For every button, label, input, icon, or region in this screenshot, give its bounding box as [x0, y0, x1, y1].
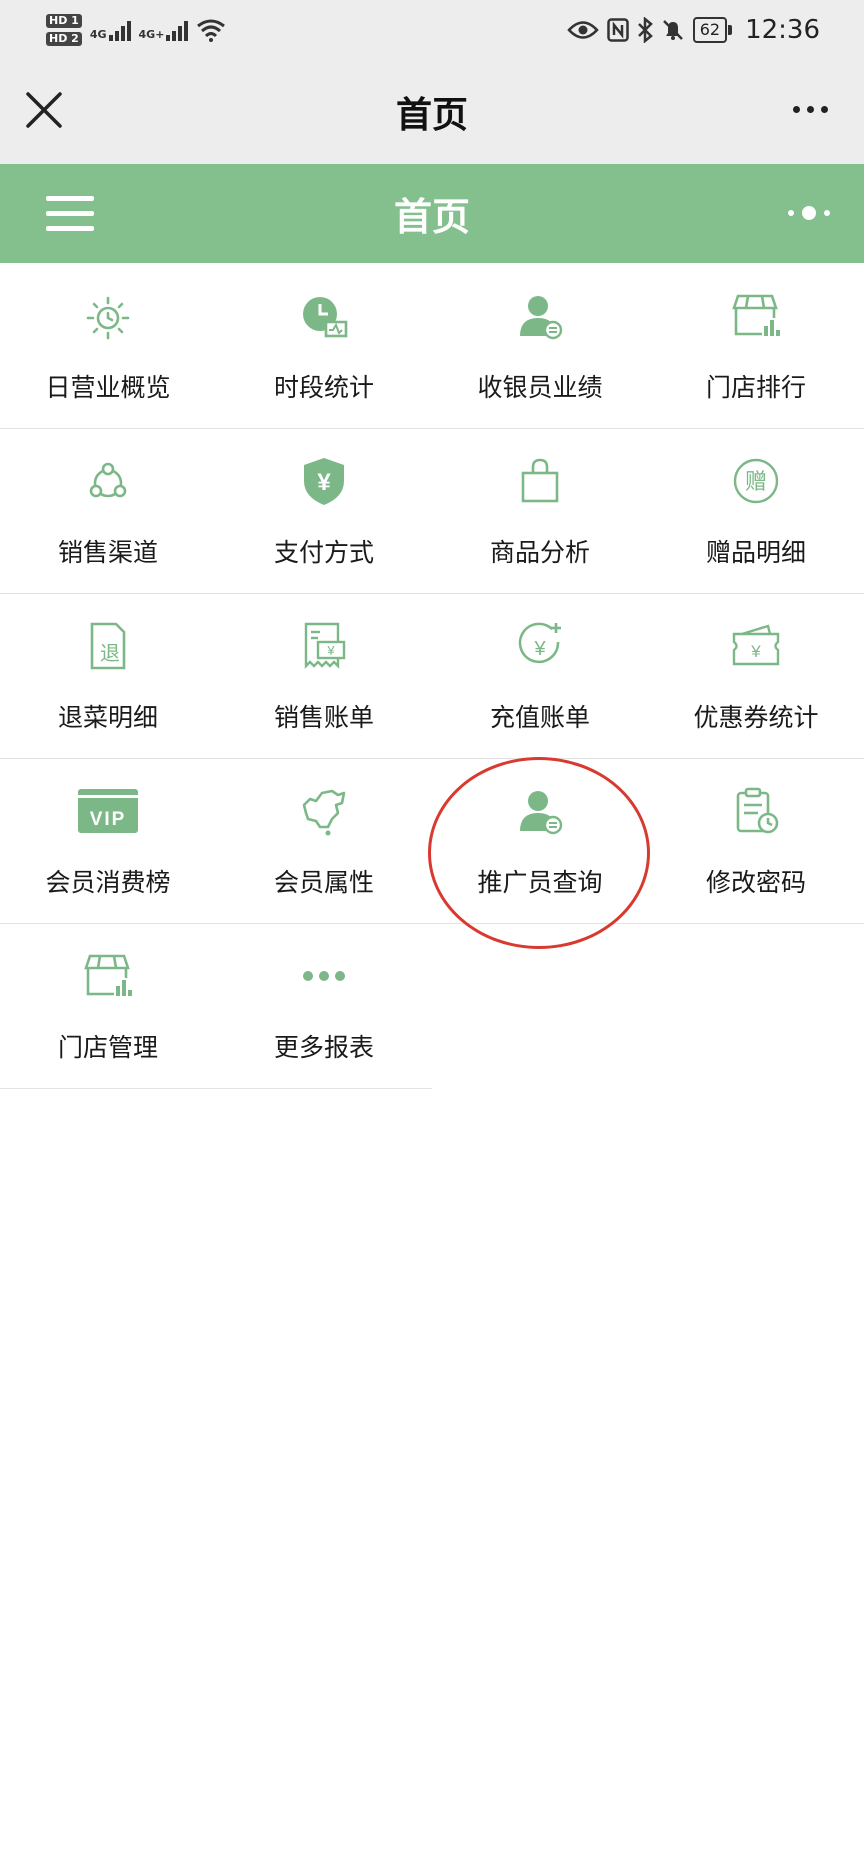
wifi-icon	[197, 19, 226, 42]
clipboard-clock-icon	[730, 785, 782, 837]
menu-item-label: 更多报表	[273, 1033, 374, 1062]
menu-item-label: 商品分析	[489, 538, 590, 567]
menu-item-sales-channel[interactable]: 销售渠道	[0, 429, 216, 593]
menu-item-label: 赠品明细	[705, 538, 806, 567]
menu-item-gift-detail[interactable]: 赠 赠品明细	[648, 429, 864, 593]
hd1-badge: HD 1	[46, 14, 82, 28]
channel-nodes-icon	[82, 455, 134, 507]
menu-item-daily-overview[interactable]: 日营业概览	[0, 264, 216, 428]
return-doc-icon: 退	[82, 620, 134, 672]
status-time: 12:36	[745, 15, 820, 45]
battery-indicator: 62	[692, 17, 733, 43]
menu-item-label: 日营业概览	[45, 373, 171, 402]
menu-item-cashier-performance[interactable]: 收银员业绩	[432, 264, 648, 428]
grid-row: 日营业概览 时段统计 收银员业绩 门店排行	[0, 264, 864, 429]
vip-card-icon: VIP	[78, 785, 138, 837]
menu-item-payment-method[interactable]: ¥ 支付方式	[216, 429, 432, 593]
app-header: 首页	[0, 164, 864, 263]
bell-muted-icon	[662, 20, 683, 40]
bluetooth-icon	[637, 17, 653, 43]
network-type-2: 4G+	[138, 28, 165, 41]
china-map-icon	[298, 785, 350, 837]
status-bar: HD 1 HD 2 4G 4G+ 62 12:36	[0, 0, 864, 60]
menu-item-label: 退菜明细	[57, 703, 158, 732]
gift-char-icon: 赠	[730, 455, 782, 507]
menu-item-member-ranking[interactable]: VIP 会员消费榜	[0, 759, 216, 923]
menu-item-product-analysis[interactable]: 商品分析	[432, 429, 648, 593]
menu-item-return-detail[interactable]: 退 退菜明细	[0, 594, 216, 758]
menu-item-label: 优惠券统计	[693, 703, 819, 732]
menu-item-label: 会员消费榜	[45, 868, 171, 897]
capsule-menu-icon[interactable]	[788, 206, 830, 220]
status-right: 62 12:36	[566, 15, 820, 45]
navigation-bar: 首页	[0, 60, 864, 164]
coupon-icon: ¥	[730, 620, 782, 672]
nfc-icon	[606, 18, 629, 42]
hamburger-menu-icon[interactable]	[46, 196, 94, 232]
menu-item-label: 充值账单	[489, 703, 590, 732]
menu-item-label: 支付方式	[273, 538, 374, 567]
status-left: HD 1 HD 2 4G 4G+	[46, 14, 226, 46]
report-menu-grid: 日营业概览 时段统计 收银员业绩 门店排行 销售渠道 ¥ 支付方式 商品分析 赠…	[0, 264, 864, 1089]
menu-item-time-period[interactable]: 时段统计	[216, 264, 432, 428]
hd2-badge: HD 2	[46, 32, 82, 46]
store-chart-icon	[730, 290, 782, 342]
more-options-icon[interactable]	[793, 106, 828, 113]
menu-item-change-password[interactable]: 修改密码	[648, 759, 864, 923]
sun-icon	[82, 290, 134, 342]
menu-item-label: 修改密码	[705, 868, 806, 897]
user-badge-icon	[514, 290, 566, 342]
yen-symbol: ¥	[317, 469, 331, 496]
network-type-1: 4G	[89, 28, 107, 41]
yen-shield-icon: ¥	[298, 455, 350, 507]
menu-item-store-management[interactable]: 门店管理	[0, 924, 216, 1088]
menu-item-label: 门店管理	[57, 1033, 158, 1062]
menu-item-sales-bill[interactable]: ¥ 销售账单	[216, 594, 432, 758]
recharge-yen-icon: ¥	[514, 620, 566, 672]
menu-item-store-ranking[interactable]: 门店排行	[648, 264, 864, 428]
close-icon[interactable]	[24, 90, 64, 130]
more-dots-icon	[298, 950, 350, 1002]
menu-item-promoter-query[interactable]: 推广员查询	[432, 759, 648, 923]
menu-item-label: 收银员业绩	[477, 373, 603, 402]
grid-row: VIP 会员消费榜 会员属性 推广员查询 修改密码	[0, 759, 864, 924]
menu-item-label: 时段统计	[273, 373, 374, 402]
menu-item-member-attributes[interactable]: 会员属性	[216, 759, 432, 923]
menu-item-label: 推广员查询	[477, 868, 603, 897]
menu-item-label: 销售渠道	[57, 538, 158, 567]
yen-symbol: ¥	[326, 643, 335, 658]
eye-icon	[566, 21, 599, 39]
menu-item-recharge-bill[interactable]: ¥ 充值账单	[432, 594, 648, 758]
menu-item-more-reports[interactable]: 更多报表	[216, 924, 432, 1088]
menu-item-label: 会员属性	[273, 868, 374, 897]
shopping-bag-icon	[514, 455, 566, 507]
user-badge-icon	[514, 785, 566, 837]
receipt-icon: ¥	[298, 620, 350, 672]
menu-item-label: 门店排行	[705, 373, 806, 402]
yen-symbol: ¥	[750, 642, 761, 661]
clock-chart-icon	[298, 290, 350, 342]
menu-item-label: 销售账单	[273, 703, 374, 732]
grid-row: 门店管理 更多报表	[0, 924, 432, 1089]
return-char: 退	[100, 641, 120, 665]
app-title: 首页	[393, 195, 470, 239]
gift-char: 赠	[745, 470, 767, 495]
signal-2-icon: 4G+	[139, 19, 189, 41]
store-chart-icon	[82, 950, 134, 1002]
nav-title: 首页	[395, 95, 468, 136]
grid-row: 退 退菜明细 ¥ 销售账单 ¥ 充值账单 ¥ 优惠券统计	[0, 594, 864, 759]
menu-item-coupon-stats[interactable]: ¥ 优惠券统计	[648, 594, 864, 758]
signal-1-icon: 4G	[90, 19, 131, 41]
vip-text: VIP	[90, 809, 127, 830]
grid-row: 销售渠道 ¥ 支付方式 商品分析 赠 赠品明细	[0, 429, 864, 594]
yen-symbol: ¥	[533, 638, 546, 660]
